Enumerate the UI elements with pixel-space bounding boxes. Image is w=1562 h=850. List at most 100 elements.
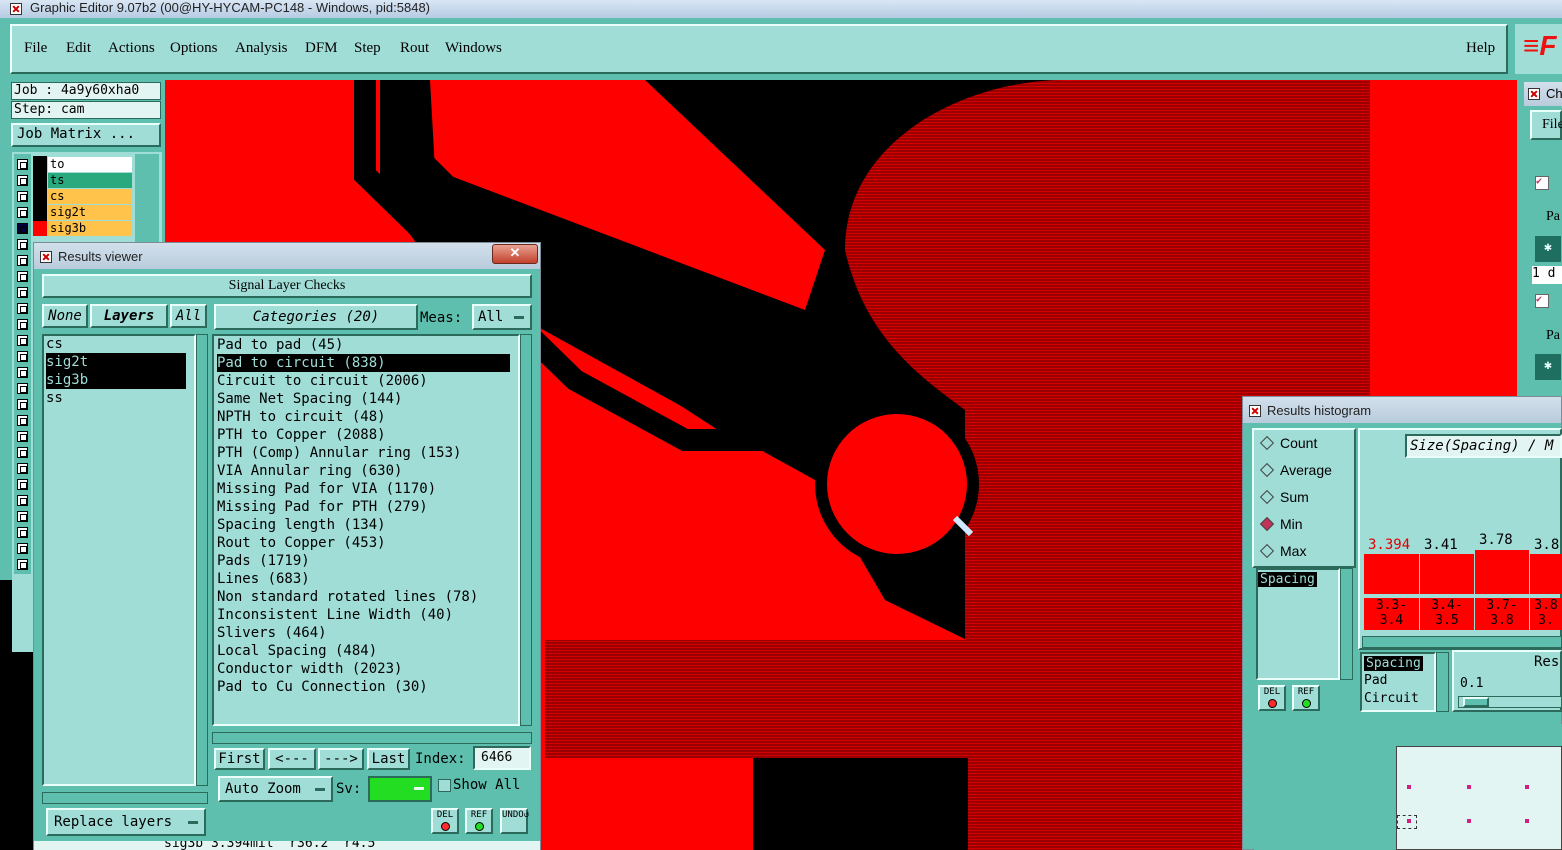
show-all-checkbox[interactable] <box>438 779 451 792</box>
menu-edit[interactable]: Edit <box>66 40 91 57</box>
result-layer-item[interactable]: sig3b <box>46 371 186 389</box>
histogram-hscroll[interactable] <box>1362 636 1562 648</box>
del-button[interactable]: DEL <box>431 808 459 834</box>
layer-checkbox[interactable] <box>17 303 28 314</box>
resolution-slider-thumb[interactable] <box>1463 697 1489 707</box>
right-panel-run-icon[interactable]: ✱ <box>1535 236 1561 262</box>
category-item[interactable]: Spacing length (134) <box>217 516 510 534</box>
category-item[interactable]: Local Spacing (484) <box>217 642 510 660</box>
job-matrix-button[interactable]: Job Matrix ... <box>11 123 161 147</box>
layer-list-vscroll[interactable] <box>196 334 208 786</box>
histogram-range-label[interactable]: 3.3- 3.4 <box>1364 598 1419 630</box>
histogram-bar[interactable] <box>1420 554 1474 594</box>
histogram-attribute-scroll[interactable] <box>1340 568 1353 680</box>
category-item[interactable]: Rout to Copper (453) <box>217 534 510 552</box>
categories-button[interactable]: Categories (20) <box>214 304 418 330</box>
layer-checkbox[interactable] <box>17 319 28 330</box>
category-item[interactable]: Pad to pad (45) <box>217 336 510 354</box>
category-item[interactable]: PTH to Copper (2088) <box>217 426 510 444</box>
sv-color-dropdown[interactable] <box>368 776 432 802</box>
result-layer-item[interactable]: sig2t <box>46 353 186 371</box>
replace-layers-dropdown[interactable]: Replace layers <box>46 808 206 836</box>
layer-row-to[interactable]: to <box>48 157 132 172</box>
layers-all-button[interactable]: All <box>170 304 207 328</box>
category-item[interactable]: Slivers (464) <box>217 624 510 642</box>
histogram-option-count[interactable]: Count <box>1259 435 1317 451</box>
layer-checkbox[interactable] <box>17 255 28 266</box>
resolution-slider[interactable] <box>1458 696 1562 708</box>
layer-checkbox[interactable] <box>17 447 28 458</box>
layer-checkbox[interactable] <box>17 191 28 202</box>
category-item[interactable]: Missing Pad for PTH (279) <box>217 498 510 516</box>
category-item[interactable]: Lines (683) <box>217 570 510 588</box>
layer-list-hscroll[interactable] <box>42 792 208 804</box>
histogram-bar[interactable] <box>1364 554 1419 594</box>
layer-checkbox[interactable] <box>17 207 28 218</box>
layer-row-cs[interactable]: cs <box>48 189 132 204</box>
menu-windows[interactable]: Windows <box>445 40 502 57</box>
layer-checkbox[interactable] <box>17 159 28 170</box>
ref-button[interactable]: REF <box>465 808 493 834</box>
category-item[interactable]: Missing Pad for VIA (1170) <box>217 480 510 498</box>
histogram-size-field[interactable]: Size(Spacing) / M <box>1405 434 1562 458</box>
categories-vscroll[interactable] <box>520 334 532 726</box>
close-icon[interactable]: ✕ <box>492 244 538 264</box>
right-panel-check-icon[interactable]: ✔ <box>1535 176 1549 190</box>
meas-dropdown[interactable]: All <box>472 304 532 330</box>
right-panel-file-button[interactable]: File <box>1530 110 1562 140</box>
next-button[interactable]: ---> <box>318 748 364 770</box>
menu-options[interactable]: Options <box>170 40 218 57</box>
signal-layer-checks-header[interactable]: Signal Layer Checks <box>42 274 532 298</box>
layers-none-button[interactable]: None <box>42 304 88 328</box>
category-item[interactable]: Pads (1719) <box>217 552 510 570</box>
lower-list-spacing[interactable]: Spacing <box>1364 656 1423 671</box>
layer-checkbox[interactable] <box>17 287 28 298</box>
menu-file[interactable]: File <box>24 40 47 57</box>
histogram-ref-button[interactable]: REF <box>1292 685 1320 711</box>
histogram-lower-scroll[interactable] <box>1436 652 1449 712</box>
menu-analysis[interactable]: Analysis <box>235 40 288 57</box>
category-item[interactable]: Non standard rotated lines (78) <box>217 588 510 606</box>
category-item[interactable]: Conductor width (2023) <box>217 660 510 678</box>
layer-row-sig3b[interactable]: sig3b <box>48 221 132 236</box>
layer-checkbox[interactable] <box>17 559 28 570</box>
layer-checkbox[interactable] <box>17 399 28 410</box>
undo-button[interactable]: UNDO↺ <box>500 808 529 834</box>
lower-list-circuit[interactable]: Circuit <box>1364 691 1419 706</box>
layer-checkbox[interactable] <box>17 463 28 474</box>
category-item[interactable]: Pad to Cu Connection (30) <box>217 678 510 696</box>
menu-actions[interactable]: Actions <box>108 40 155 57</box>
histogram-option-average[interactable]: Average <box>1259 462 1332 478</box>
layer-checkbox[interactable] <box>17 495 28 506</box>
layer-row-ts[interactable]: ts <box>48 173 132 188</box>
lower-list-pad[interactable]: Pad <box>1364 673 1387 688</box>
layers-button[interactable]: Layers <box>90 304 168 328</box>
layer-checkbox[interactable] <box>17 223 28 234</box>
category-item[interactable]: Inconsistent Line Width (40) <box>217 606 510 624</box>
histogram-option-max[interactable]: Max <box>1259 543 1306 559</box>
category-item[interactable]: VIA Annular ring (630) <box>217 462 510 480</box>
histogram-range-label[interactable]: 3.8 3. <box>1530 598 1562 630</box>
auto-zoom-dropdown[interactable]: Auto Zoom <box>218 776 333 802</box>
layer-checkbox[interactable] <box>17 175 28 186</box>
layer-checkbox[interactable] <box>17 415 28 426</box>
menu-rout[interactable]: Rout <box>400 40 429 57</box>
index-input[interactable]: 6466 <box>473 746 531 770</box>
layer-checkbox[interactable] <box>17 479 28 490</box>
layer-checkbox[interactable] <box>17 271 28 282</box>
histogram-bar[interactable] <box>1530 554 1562 594</box>
menu-step[interactable]: Step <box>354 40 381 57</box>
category-item[interactable]: Pad to circuit (838) <box>217 354 510 372</box>
result-layer-item[interactable]: ss <box>46 389 186 407</box>
category-item[interactable]: Circuit to circuit (2006) <box>217 372 510 390</box>
layer-checkbox[interactable] <box>17 527 28 538</box>
right-panel-run-icon[interactable]: ✱ <box>1535 354 1561 380</box>
layer-checkbox[interactable] <box>17 351 28 362</box>
category-item[interactable]: NPTH to circuit (48) <box>217 408 510 426</box>
layer-checkbox[interactable] <box>17 335 28 346</box>
layer-checkbox[interactable] <box>17 511 28 522</box>
result-layer-item[interactable]: cs <box>46 335 186 353</box>
layer-checkbox[interactable] <box>17 431 28 442</box>
menu-help[interactable]: Help <box>1466 40 1495 57</box>
layer-checkbox[interactable] <box>17 367 28 378</box>
